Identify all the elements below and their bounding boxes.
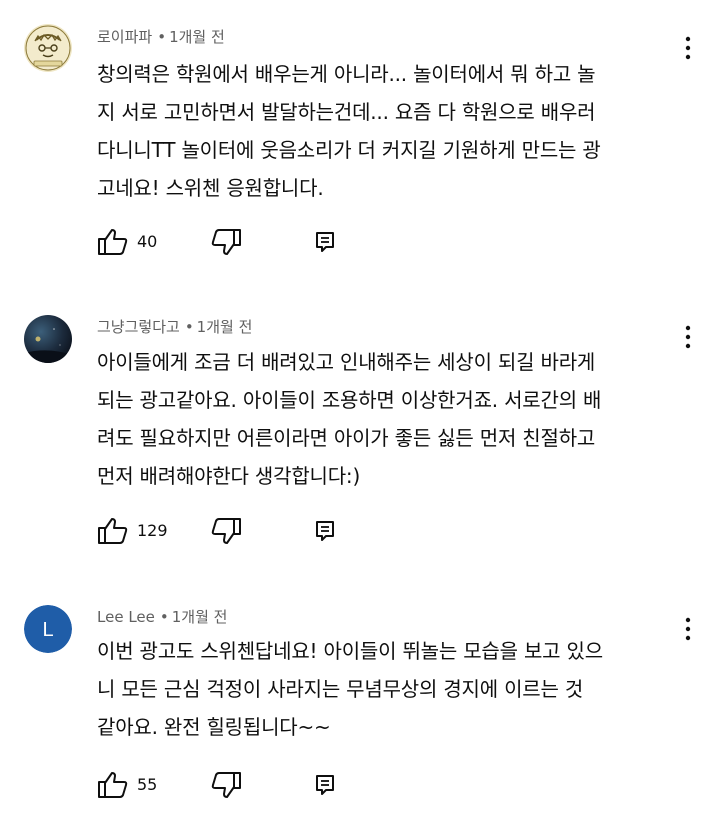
like-button[interactable]: 129 [97, 516, 177, 546]
meta-separator: • [184, 318, 194, 336]
thumbs-down-icon [211, 229, 241, 255]
reply-icon [316, 232, 334, 252]
meta-separator: • [157, 28, 167, 46]
more-vert-icon [685, 325, 691, 349]
night-sky-avatar-icon [24, 315, 72, 363]
avatar-letter: L [42, 619, 53, 641]
like-count: 129 [137, 521, 168, 540]
avatar[interactable] [24, 315, 72, 363]
comment-menu-button[interactable] [678, 614, 698, 644]
comment-menu-button[interactable] [678, 33, 698, 63]
thumbs-up-icon [98, 518, 128, 544]
comment-author[interactable]: 로이파파 [97, 28, 152, 46]
thumbs-down-icon [211, 772, 241, 798]
thumbs-up-icon [98, 229, 128, 255]
cartoon-face-avatar-icon [24, 24, 72, 72]
dislike-button[interactable] [210, 516, 242, 546]
comment-author[interactable]: 그냥그렇다고 [97, 318, 180, 336]
comment-time[interactable]: 1개월 전 [172, 608, 228, 626]
comment-meta: Lee Lee • 1개월 전 [97, 605, 227, 629]
reply-button[interactable] [313, 227, 337, 257]
comment-time[interactable]: 1개월 전 [197, 318, 253, 336]
comment-meta: 그냥그렇다고 • 1개월 전 [97, 315, 252, 339]
avatar[interactable]: L [24, 605, 72, 653]
like-button[interactable]: 55 [97, 770, 172, 800]
like-count: 40 [137, 232, 158, 251]
more-vert-icon [685, 617, 691, 641]
thumbs-down-icon [211, 518, 241, 544]
reply-icon [316, 521, 334, 541]
thumbs-up-icon [98, 772, 128, 798]
comment-time[interactable]: 1개월 전 [169, 28, 225, 46]
reply-icon [316, 775, 334, 795]
like-count: 55 [137, 775, 158, 794]
avatar[interactable] [24, 24, 72, 72]
comment-text: 이번 광고도 스위첸답네요! 아이들이 뛰놀는 모습을 보고 있으 니 모든 근… [97, 639, 603, 739]
more-vert-icon [685, 36, 691, 60]
dislike-button[interactable] [210, 227, 242, 257]
dislike-button[interactable] [210, 770, 242, 800]
letter-avatar-icon: L [24, 605, 72, 653]
reply-button[interactable] [313, 516, 337, 546]
reply-button[interactable] [313, 770, 337, 800]
comment-author[interactable]: Lee Lee [97, 608, 155, 626]
comment-meta: 로이파파 • 1개월 전 [97, 25, 225, 49]
comment-menu-button[interactable] [678, 322, 698, 352]
comment-text: 아이들에게 조금 더 배려있고 인내해주는 세상이 되길 바라게 되는 광고같아… [97, 350, 602, 488]
like-button[interactable]: 40 [97, 227, 172, 257]
meta-separator: • [159, 608, 169, 626]
comment-text: 창의력은 학원에서 배우는게 아니라... 놀이터에서 뭐 하고 놀 지 서로 … [97, 62, 601, 200]
